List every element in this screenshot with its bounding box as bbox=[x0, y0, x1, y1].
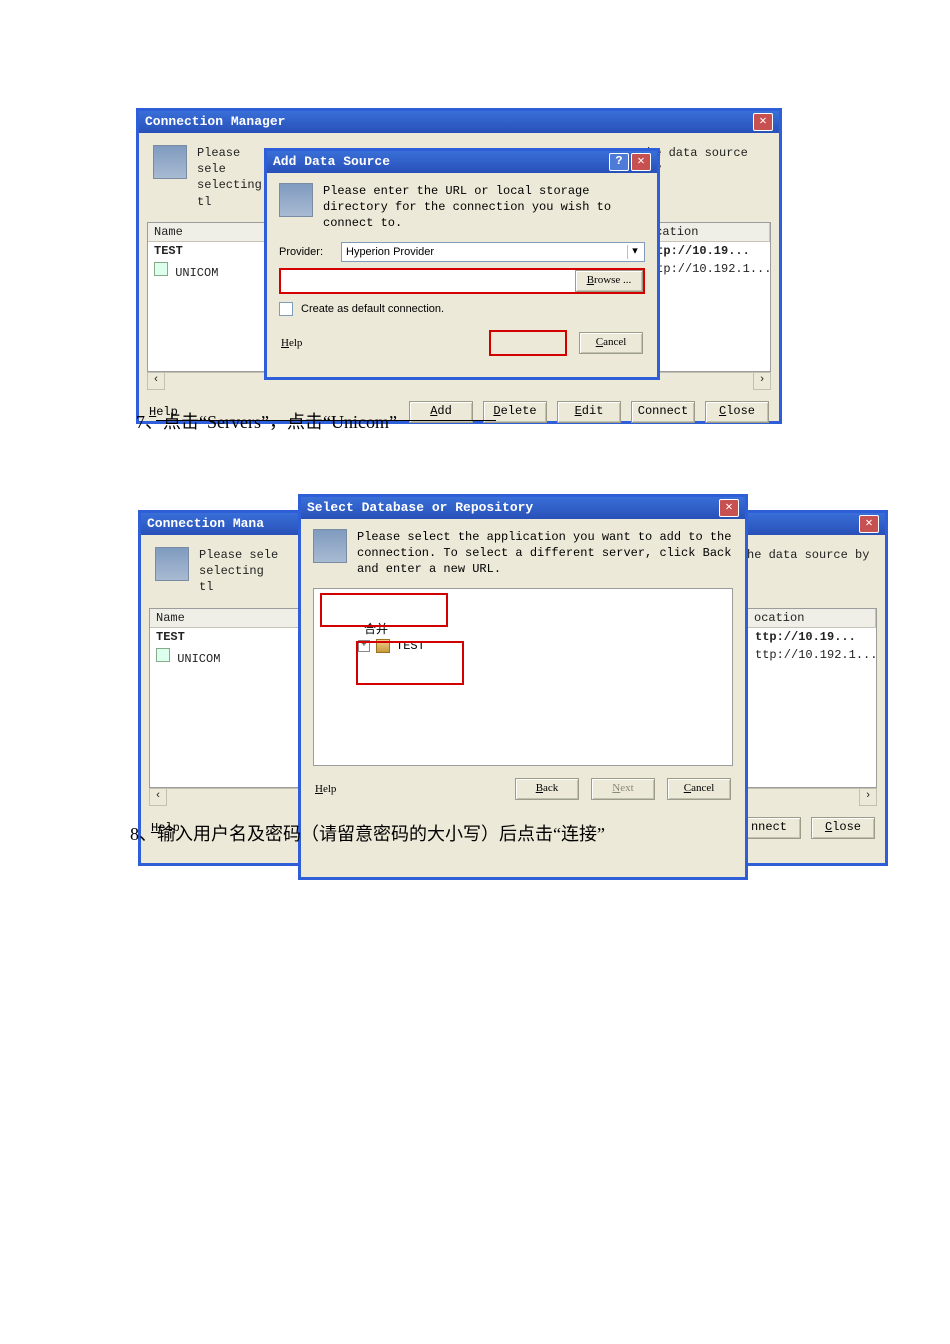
col-header-name[interactable]: Name bbox=[148, 223, 266, 242]
browse-button[interactable]: Browse ... bbox=[575, 270, 643, 292]
caption-8: 8、输入用户名及密码（请留意密码的大小写）后点击“连接” bbox=[130, 820, 605, 846]
provider-value: Hyperion Provider bbox=[346, 246, 434, 258]
close-icon[interactable]: ✕ bbox=[753, 113, 773, 131]
next-button: Next bbox=[591, 778, 655, 800]
scroll-left-icon[interactable]: ‹ bbox=[149, 788, 167, 806]
ads-instruction: Please enter the URL or local storage di… bbox=[323, 183, 645, 232]
close-icon[interactable]: ✕ bbox=[719, 499, 739, 517]
col-header-location[interactable]: ocation bbox=[642, 223, 770, 242]
scroll-left-icon[interactable]: ‹ bbox=[147, 372, 165, 390]
close-button[interactable]: Close bbox=[811, 817, 875, 839]
edit-button[interactable]: Edit bbox=[557, 401, 621, 423]
cancel-button[interactable]: Cancel bbox=[579, 332, 643, 354]
ads-titlebar[interactable]: Add Data Source ? ✕ bbox=[267, 151, 657, 173]
wizard-icon bbox=[153, 145, 187, 179]
col-header-name[interactable]: Name bbox=[150, 609, 313, 628]
create-default-checkbox[interactable] bbox=[279, 302, 293, 316]
close-icon[interactable]: ✕ bbox=[859, 515, 879, 533]
help-icon[interactable]: ? bbox=[609, 153, 629, 171]
cm2-instruction-left: Please sele selecting tl bbox=[199, 547, 279, 596]
cm1-titlebar[interactable]: Connection Manager ✕ bbox=[139, 111, 779, 133]
wizard-icon bbox=[155, 547, 189, 581]
create-default-label: Create as default connection. bbox=[301, 303, 444, 315]
sdr-titlebar[interactable]: Select Database or Repository ✕ bbox=[301, 497, 745, 519]
connect-button[interactable]: Connect bbox=[631, 401, 695, 423]
caption-7: 7、点击“Servers”，点击“Unicom” bbox=[136, 408, 397, 434]
provider-label: Provider: bbox=[279, 246, 331, 258]
wizard-icon bbox=[279, 183, 313, 217]
cm2-title: Connection Mana bbox=[147, 513, 264, 535]
cm2-instruction-right: he data source by bbox=[747, 547, 871, 563]
scroll-right-icon[interactable]: › bbox=[753, 372, 771, 390]
close-button[interactable]: Close bbox=[705, 401, 769, 423]
sdr-title: Select Database or Repository bbox=[307, 497, 533, 519]
path-input-row: Browse ... bbox=[279, 268, 645, 294]
add-data-source-dialog: Add Data Source ? ✕ Please enter the URL… bbox=[264, 148, 660, 380]
wizard-icon bbox=[313, 529, 347, 563]
application-tree[interactable]: 合并 + TEST bbox=[313, 588, 733, 766]
ads-title: Add Data Source bbox=[273, 151, 390, 173]
ok-button-redbox[interactable] bbox=[489, 330, 567, 356]
cm1-title: Connection Manager bbox=[145, 111, 285, 133]
help-link[interactable]: Help bbox=[281, 337, 302, 349]
chevron-down-icon[interactable]: ▾ bbox=[627, 245, 642, 259]
provider-combo[interactable]: Hyperion Provider ▾ bbox=[341, 242, 645, 262]
scroll-right-icon[interactable]: › bbox=[859, 788, 877, 806]
back-button[interactable]: Back bbox=[515, 778, 579, 800]
close-icon[interactable]: ✕ bbox=[631, 153, 651, 171]
help-link[interactable]: Help bbox=[315, 783, 336, 795]
cm1-instruction-right: he data source by bbox=[647, 145, 765, 177]
cancel-button[interactable]: Cancel bbox=[667, 778, 731, 800]
cm1-instruction-left: Please sele selecting tl bbox=[197, 145, 267, 210]
sdr-instruction: Please select the application you want t… bbox=[357, 529, 733, 578]
path-input[interactable] bbox=[281, 270, 575, 292]
col-header-location[interactable]: ocation bbox=[748, 609, 876, 628]
